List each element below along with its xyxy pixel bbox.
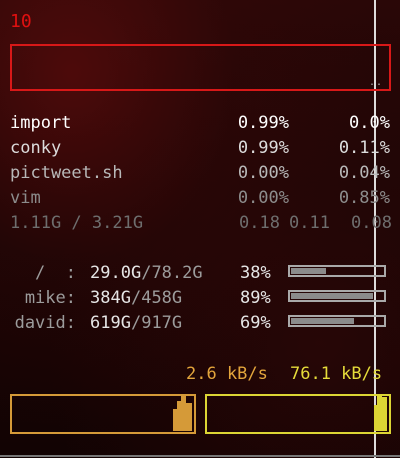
- net-upload-graph-spike: [377, 395, 382, 431]
- fs-total: 917G: [141, 313, 183, 333]
- process-mem: 0.11%: [338, 138, 390, 158]
- net-download-graph-spike: [186, 403, 192, 431]
- fs-separator: /: [130, 288, 142, 308]
- net-download-graph-spike: [181, 395, 186, 431]
- process-cpu: 0.99%: [237, 138, 289, 158]
- process-name: import: [10, 113, 72, 133]
- load-average-15: 0.08: [351, 213, 392, 233]
- fs-total: 78.2G: [151, 263, 203, 283]
- fs-usage-bar-fill: [291, 293, 373, 299]
- fs-separator: /: [130, 313, 142, 333]
- fs-used: 619G: [90, 313, 131, 333]
- fs-percent: 38%: [240, 263, 271, 283]
- net-upload-graph-spike: [382, 397, 387, 431]
- fs-sizes: 619G/917G: [90, 315, 182, 332]
- fs-usage-bar-fill: [291, 268, 326, 274]
- fs-sizes: 384G/458G: [90, 290, 182, 307]
- net-download-graph: [10, 394, 196, 434]
- fs-separator: /: [141, 263, 152, 283]
- load-average-1: 0.18: [239, 213, 280, 233]
- process-mem: 0.04%: [338, 163, 390, 183]
- net-download-graph-spike: [173, 409, 177, 431]
- fs-used: 29.0G: [90, 263, 142, 283]
- fs-usage-bar: [288, 290, 386, 302]
- cpu-count: 10: [10, 11, 32, 32]
- fs-label: david:: [14, 313, 76, 333]
- process-cpu: 0.00%: [237, 163, 289, 183]
- net-upload-graph-spike: [374, 405, 377, 431]
- load-average-5: 0.11: [289, 213, 330, 233]
- cpu-graph-dots: ..: [368, 77, 383, 88]
- net-download-rate: 2.6 kB/s: [186, 364, 268, 384]
- process-cpu: 0.99%: [237, 113, 289, 133]
- fs-label: / :: [35, 263, 76, 283]
- fs-percent: 89%: [240, 288, 271, 308]
- process-name: vim: [10, 188, 41, 208]
- fs-sizes: 29.0G/78.2G: [90, 265, 203, 282]
- process-mem: 0.85%: [338, 188, 390, 208]
- net-download-graph-spike: [177, 401, 181, 431]
- process-cpu: 0.00%: [237, 188, 289, 208]
- fs-usage-bar: [288, 265, 386, 277]
- fs-label: mike:: [24, 288, 76, 308]
- fs-used: 384G: [90, 288, 131, 308]
- process-name: conky: [10, 138, 62, 158]
- process-name: pictweet.sh: [10, 163, 123, 183]
- cpu-graph: ..: [10, 44, 391, 91]
- bottom-divider: [0, 455, 400, 457]
- net-upload-rate: 76.1 kB/s: [290, 364, 383, 384]
- fs-percent: 69%: [240, 313, 271, 333]
- fs-total: 458G: [141, 288, 183, 308]
- net-upload-graph: [205, 394, 391, 434]
- fs-usage-bar-fill: [291, 318, 354, 324]
- memory-summary: 1.11G / 3.21G: [10, 213, 144, 233]
- process-mem: 0.0%: [349, 113, 390, 133]
- fs-usage-bar: [288, 315, 386, 327]
